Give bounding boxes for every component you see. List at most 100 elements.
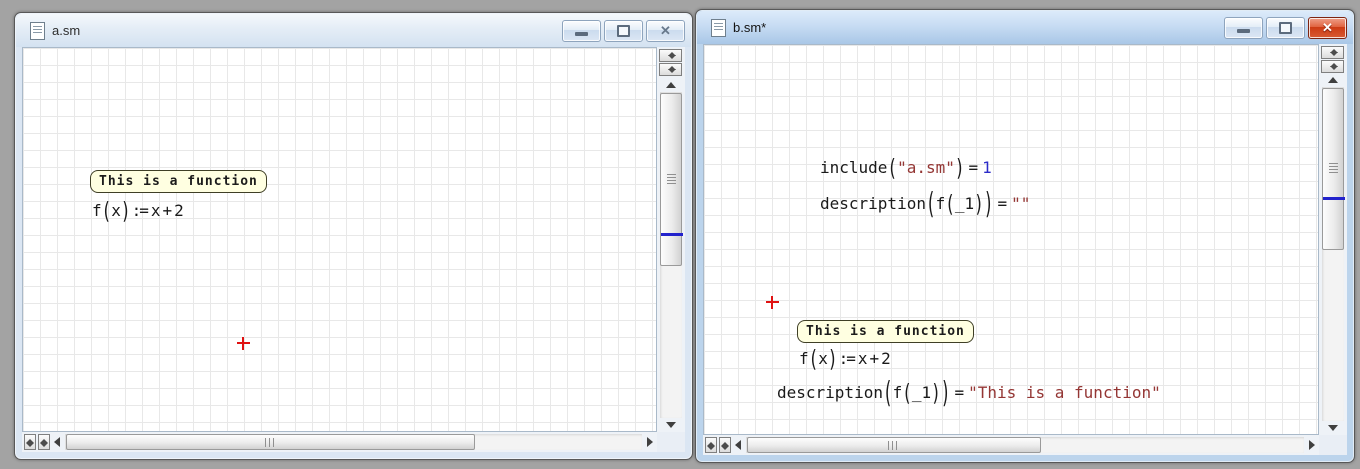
inner-function-name: f: [936, 194, 946, 213]
horizontal-split-handle-icon[interactable]: [705, 437, 717, 453]
scroll-up-button[interactable]: [660, 78, 682, 92]
argument-placeholder: _1: [955, 194, 974, 213]
function-name: include: [820, 158, 887, 177]
close-button[interactable]: ✕: [1308, 17, 1347, 39]
function-name: f: [92, 201, 102, 220]
titlebar-a-sm[interactable]: a.sm ✕: [16, 14, 691, 47]
scroll-up-button[interactable]: [1322, 73, 1344, 87]
equals-sign: =: [969, 158, 979, 177]
left-paren-icon: (: [902, 378, 912, 406]
worksheet-canvas[interactable]: This is a function f(x):=x+2: [22, 47, 657, 432]
function-definition[interactable]: f(x):=x+2: [799, 346, 891, 370]
minimize-button[interactable]: [1224, 17, 1263, 39]
scroll-right-button[interactable]: [1305, 437, 1319, 453]
result-string: "": [1011, 194, 1030, 213]
restore-button[interactable]: [1266, 17, 1305, 39]
worksheet-area: include("a.sm")=1 description(f(_1))="" …: [703, 44, 1347, 455]
scroll-right-button[interactable]: [643, 434, 657, 450]
horizontal-scrollbar-area: [22, 432, 657, 452]
worksheet-canvas[interactable]: include("a.sm")=1 description(f(_1))="" …: [703, 44, 1319, 435]
include-expression[interactable]: include("a.sm")=1: [820, 155, 992, 179]
vertical-scrollbar-thumb[interactable]: [660, 93, 682, 266]
horizontal-scrollbar-thumb[interactable]: [66, 434, 475, 450]
left-paren-icon: (: [102, 196, 112, 224]
vertical-scrollbar-track[interactable]: [660, 92, 682, 418]
minimize-icon: [575, 32, 588, 36]
horizontal-split-handle-icon[interactable]: [38, 434, 50, 450]
restore-button[interactable]: [604, 20, 643, 42]
vertical-scrollbar-area: [1319, 44, 1347, 435]
comment-tooltip[interactable]: This is a function: [797, 320, 974, 343]
window-controls: ✕: [1224, 17, 1347, 39]
horizontal-scrollbar-track[interactable]: [746, 437, 1304, 453]
right-paren-icon: ): [955, 153, 965, 181]
vertical-scrollbar-area: [657, 47, 685, 432]
right-paren-icon: ): [121, 196, 131, 224]
body-number: 2: [174, 201, 184, 220]
page-position-marker: [1323, 197, 1345, 200]
function-name: description: [820, 194, 926, 213]
horizontal-scrollbar-track[interactable]: [65, 434, 642, 450]
vertical-split-handle-icon[interactable]: [659, 63, 682, 76]
equals-sign: =: [997, 194, 1007, 213]
argument-placeholder: _1: [912, 383, 931, 402]
arrow-down-icon: [1328, 425, 1338, 431]
right-paren-icon: ): [931, 378, 941, 406]
arrow-left-icon: [735, 440, 741, 450]
close-button[interactable]: ✕: [646, 20, 685, 42]
right-paren-icon: ): [941, 374, 951, 409]
left-paren-icon: (: [883, 374, 893, 409]
document-icon: [30, 22, 45, 40]
vertical-scrollbar-track[interactable]: [1322, 87, 1344, 421]
right-paren-icon: ): [974, 189, 984, 217]
horizontal-split-handle-icon[interactable]: [719, 437, 731, 453]
vertical-split-handle-icon[interactable]: [659, 49, 682, 62]
horizontal-scrollbar-area: [703, 435, 1319, 455]
plus-operator: +: [162, 201, 172, 220]
arrow-right-icon: [647, 437, 653, 447]
body-number: 2: [881, 349, 891, 368]
assign-operator: :=: [839, 349, 854, 368]
horizontal-split-handle-icon[interactable]: [24, 434, 36, 450]
scroll-left-button[interactable]: [731, 437, 745, 453]
comment-text: This is a function: [99, 174, 258, 189]
inner-function-name: f: [893, 383, 903, 402]
function-name: f: [799, 349, 809, 368]
worksheet-area: This is a function f(x):=x+2: [22, 47, 685, 452]
body-variable: x: [858, 349, 868, 368]
function-definition[interactable]: f(x):=x+2: [92, 198, 184, 222]
restore-icon: [617, 25, 630, 37]
vertical-scrollbar-thumb[interactable]: [1322, 88, 1344, 250]
scroll-left-button[interactable]: [50, 434, 64, 450]
assign-operator: :=: [132, 201, 147, 220]
window-title: b.sm*: [733, 20, 766, 35]
description-expression[interactable]: description(f(_1))="This is a function": [777, 380, 1161, 404]
result-value: 1: [982, 158, 992, 177]
result-string: "This is a function": [968, 383, 1161, 402]
insertion-crosshair-icon: [766, 296, 779, 309]
plus-operator: +: [869, 349, 879, 368]
vertical-split-handle-icon[interactable]: [1321, 46, 1344, 59]
left-paren-icon: (: [887, 153, 897, 181]
insertion-crosshair-icon: [237, 337, 250, 350]
arrow-up-icon: [1328, 77, 1338, 83]
vertical-split-handle-icon[interactable]: [1321, 60, 1344, 73]
right-paren-icon: ): [984, 185, 994, 220]
scroll-down-button[interactable]: [660, 418, 682, 432]
horizontal-scrollbar-thumb[interactable]: [747, 437, 1041, 453]
titlebar-b-sm[interactable]: b.sm* ✕: [697, 11, 1353, 44]
arrow-down-icon: [666, 422, 676, 428]
page-position-marker: [661, 233, 683, 236]
scroll-down-button[interactable]: [1322, 421, 1344, 435]
scrollbar-corner: [1319, 435, 1347, 455]
minimize-button[interactable]: [562, 20, 601, 42]
left-paren-icon: (: [945, 189, 955, 217]
description-empty-expression[interactable]: description(f(_1))="": [820, 191, 1030, 215]
right-paren-icon: ): [828, 344, 838, 372]
comment-tooltip[interactable]: This is a function: [90, 170, 267, 193]
window-title: a.sm: [52, 23, 80, 38]
arrow-left-icon: [54, 437, 60, 447]
function-arg: x: [818, 349, 828, 368]
left-paren-icon: (: [809, 344, 819, 372]
function-name: description: [777, 383, 883, 402]
